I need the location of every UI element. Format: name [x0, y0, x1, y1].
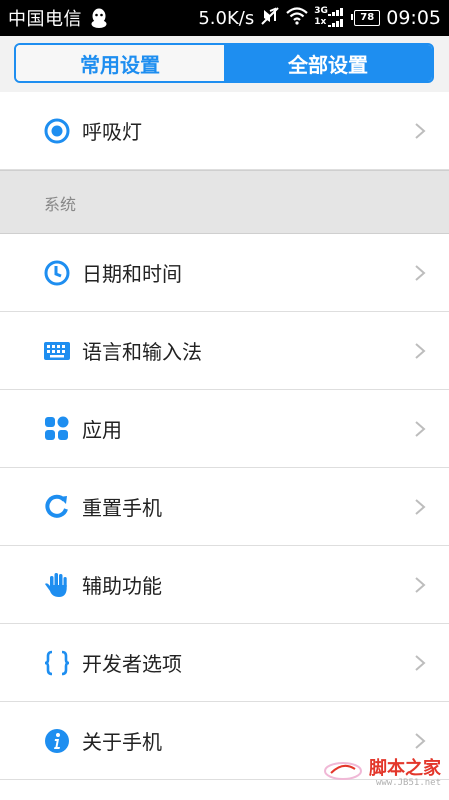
watermark-logo-icon — [323, 759, 363, 787]
braces-icon — [44, 650, 70, 676]
settings-item-label: 日期和时间 — [82, 262, 182, 286]
settings-item-language-input[interactable]: 语言和输入法 — [0, 312, 449, 390]
chevron-right-icon — [413, 497, 427, 517]
hand-icon — [44, 572, 70, 598]
chevron-right-icon — [413, 575, 427, 595]
section-header-system: 系统 — [0, 170, 449, 234]
settings-item-accessibility[interactable]: 辅助功能 — [0, 546, 449, 624]
network-speed: 5.0K/s — [198, 7, 255, 29]
carrier-name: 中国电信 — [8, 9, 82, 30]
breathing-light-icon — [44, 118, 70, 144]
reset-icon — [44, 494, 70, 520]
settings-item-label: 开发者选项 — [82, 652, 182, 676]
watermark-url: www.JB51.net — [375, 777, 441, 788]
settings-item-label: 语言和输入法 — [82, 340, 202, 364]
settings-item-label: 关于手机 — [82, 730, 162, 754]
chevron-right-icon — [413, 121, 427, 141]
settings-item-label: 呼吸灯 — [82, 120, 142, 144]
keyboard-icon — [44, 338, 70, 364]
battery-icon: 78 — [351, 10, 381, 26]
watermark: 脚本之家 www.JB51.net — [323, 756, 441, 790]
segmented-control: 常用设置 全部设置 — [14, 43, 434, 83]
apps-grid-icon — [44, 416, 70, 442]
settings-item-date-time[interactable]: 日期和时间 — [0, 234, 449, 312]
clock-icon — [44, 260, 70, 286]
chevron-right-icon — [413, 419, 427, 439]
info-icon — [44, 728, 70, 754]
chevron-right-icon — [413, 653, 427, 673]
chevron-right-icon — [413, 731, 427, 751]
chevron-right-icon — [413, 263, 427, 283]
mute-icon — [260, 6, 280, 31]
clock-time: 09:05 — [386, 7, 441, 29]
settings-item-apps[interactable]: 应用 — [0, 390, 449, 468]
settings-item-label: 应用 — [82, 418, 122, 442]
wifi-icon — [286, 6, 308, 30]
status-bar: 中国电信 5.0K/s 3G 1x 78 09:05 — [0, 0, 449, 36]
tab-all-settings[interactable]: 全部设置 — [224, 45, 432, 81]
watermark-brand: 脚本之家 — [369, 757, 441, 779]
signal-icon: 3G 1x — [314, 6, 348, 29]
tab-bar: 常用设置 全部设置 — [0, 36, 449, 93]
qq-icon — [88, 7, 110, 29]
signal-1x-label: 1x — [314, 17, 327, 27]
signal-3g-label: 3G — [314, 6, 328, 16]
section-title: 系统 — [44, 195, 77, 214]
settings-item-label: 重置手机 — [82, 496, 162, 520]
settings-item-breathing-light[interactable]: 呼吸灯 — [0, 92, 449, 170]
tab-common-settings[interactable]: 常用设置 — [16, 45, 224, 81]
settings-item-reset-phone[interactable]: 重置手机 — [0, 468, 449, 546]
settings-item-label: 辅助功能 — [82, 574, 162, 598]
chevron-right-icon — [413, 341, 427, 361]
settings-item-developer-options[interactable]: 开发者选项 — [0, 624, 449, 702]
